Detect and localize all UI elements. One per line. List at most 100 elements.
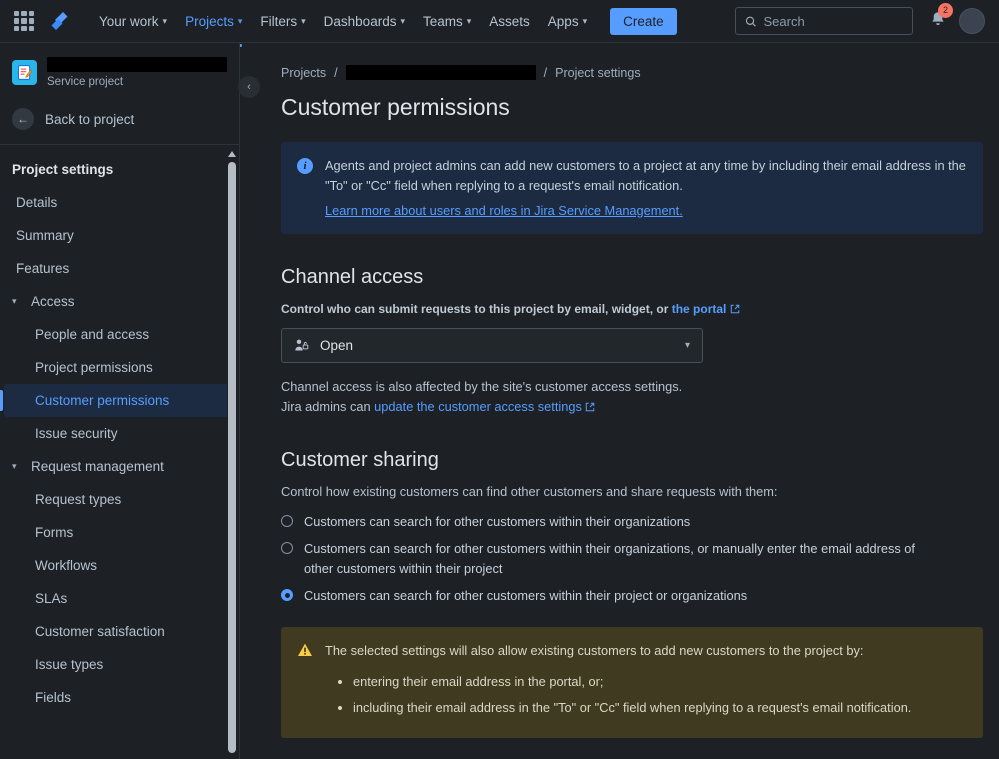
sidebar-item-workflows[interactable]: Workflows bbox=[4, 549, 235, 582]
channel-access-select[interactable]: Open ▾ bbox=[281, 328, 703, 364]
channel-access-description: Control who can submit requests to this … bbox=[281, 302, 999, 316]
external-link-icon bbox=[730, 305, 739, 314]
nav-item-your-work[interactable]: Your work ▾ bbox=[90, 8, 176, 35]
nav-item-dashboards[interactable]: Dashboards ▾ bbox=[315, 8, 414, 35]
breadcrumb-projects[interactable]: Projects bbox=[281, 66, 326, 80]
main-content: Projects / / Project settings Customer p… bbox=[241, 43, 999, 759]
sidebar-item-label: Features bbox=[16, 261, 70, 276]
info-banner: i Agents and project admins can add new … bbox=[281, 142, 983, 235]
info-banner-line1: Agents and project admins can add new cu… bbox=[325, 158, 966, 173]
scrollbar-thumb[interactable] bbox=[228, 162, 236, 753]
sidebar-item-issue-security[interactable]: Issue security bbox=[4, 417, 235, 450]
breadcrumb-project-redacted[interactable] bbox=[345, 65, 536, 80]
info-banner-text: Agents and project admins can add new cu… bbox=[325, 156, 967, 220]
the-portal-link[interactable]: the portal bbox=[672, 302, 727, 316]
nav-item-apps[interactable]: Apps ▾ bbox=[539, 8, 596, 35]
notification-badge: 2 bbox=[938, 2, 953, 18]
nav-item-teams[interactable]: Teams ▾ bbox=[414, 8, 480, 35]
channel-access-note: Channel access is also affected by the s… bbox=[281, 377, 999, 417]
sidebar-item-customer-satisfaction[interactable]: Customer satisfaction bbox=[4, 615, 235, 648]
radio-option-project-or-organizations[interactable]: Customers can search for other customers… bbox=[281, 586, 999, 605]
channel-access-heading: Channel access bbox=[281, 266, 424, 289]
external-link-icon bbox=[586, 403, 595, 412]
warning-bullet-item: entering their email address in the port… bbox=[353, 672, 911, 691]
sidebar-item-label: Fields bbox=[35, 690, 72, 705]
sidebar-item-label: Workflows bbox=[35, 558, 98, 573]
search-input[interactable] bbox=[763, 13, 903, 29]
info-banner-line2: "To" or "Cc" field when replying to a re… bbox=[325, 177, 683, 193]
sidebar-item-label: Issue security bbox=[35, 426, 118, 441]
scroll-up-arrow-icon[interactable] bbox=[228, 151, 236, 157]
sidebar-item-label: SLAs bbox=[35, 591, 68, 606]
breadcrumb-separator: / bbox=[543, 65, 548, 80]
nav-item-label: Your work bbox=[99, 13, 159, 29]
sidebar-item-summary[interactable]: Summary bbox=[4, 219, 235, 252]
sidebar-nav-list: Project settings Details Summary Feature… bbox=[0, 145, 239, 714]
radio-option-organizations[interactable]: Customers can search for other customers… bbox=[281, 512, 999, 531]
notifications-button[interactable]: 2 bbox=[929, 2, 953, 33]
jira-logo-icon[interactable] bbox=[46, 8, 72, 34]
radio-button[interactable] bbox=[281, 515, 293, 528]
nav-item-projects[interactable]: Projects ▾ bbox=[176, 8, 251, 47]
sidebar-item-label: Request types bbox=[35, 492, 122, 507]
sidebar-group-request-management[interactable]: ▾ Request management bbox=[4, 450, 235, 483]
radio-button-selected[interactable] bbox=[281, 588, 293, 601]
sidebar-item-request-types[interactable]: Request types bbox=[4, 483, 235, 516]
chevron-left-icon: ‹ bbox=[247, 81, 251, 93]
breadcrumb-project-settings[interactable]: Project settings bbox=[555, 66, 640, 80]
sidebar-item-forms[interactable]: Forms bbox=[4, 516, 235, 549]
channel-access-note-line2-prefix: Jira admins can bbox=[281, 399, 375, 415]
nav-item-assets[interactable]: Assets bbox=[480, 8, 539, 35]
chevron-down-icon: ▾ bbox=[12, 461, 17, 471]
warning-banner-intro: The selected settings will also allow ex… bbox=[325, 642, 864, 658]
sidebar-item-fields[interactable]: Fields bbox=[4, 681, 235, 714]
nav-item-filters[interactable]: Filters ▾ bbox=[251, 8, 314, 35]
sidebar-item-details[interactable]: Details bbox=[4, 186, 235, 219]
learn-more-link[interactable]: Learn more about users and roles in Jira… bbox=[325, 201, 683, 221]
customer-sharing-radio-group: Customers can search for other customers… bbox=[281, 512, 999, 605]
create-button[interactable]: Create bbox=[610, 7, 677, 35]
sidebar-item-label: People and access bbox=[35, 327, 150, 342]
apps-grid-icon[interactable] bbox=[14, 11, 34, 31]
back-to-project-label: Back to project bbox=[45, 111, 135, 127]
sidebar-item-label: Forms bbox=[35, 525, 74, 540]
chevron-down-icon: ▾ bbox=[684, 340, 690, 352]
sidebar-item-label: Project permissions bbox=[35, 360, 153, 375]
chevron-down-icon: ▾ bbox=[582, 15, 588, 26]
chevron-down-icon: ▾ bbox=[400, 15, 405, 26]
sidebar-item-customer-permissions[interactable]: Customer permissions bbox=[0, 384, 235, 417]
sidebar-scrollbar[interactable] bbox=[227, 148, 238, 759]
sidebar-item-people-and-access[interactable]: People and access bbox=[4, 318, 235, 351]
project-name-redacted bbox=[47, 57, 227, 72]
radio-option-organizations-or-email[interactable]: Customers can search for other customers… bbox=[281, 539, 999, 577]
customer-sharing-description: Control how existing customers can find … bbox=[281, 484, 778, 500]
nav-item-label: Assets bbox=[489, 13, 530, 29]
sidebar-item-issue-types[interactable]: Issue types bbox=[4, 648, 235, 681]
back-to-project-button[interactable]: ← Back to project bbox=[0, 98, 239, 142]
sidebar-item-label: Customer permissions bbox=[35, 393, 170, 408]
nav-item-label: Projects bbox=[185, 13, 234, 29]
info-icon: i bbox=[297, 158, 313, 174]
breadcrumb-separator: / bbox=[334, 65, 338, 80]
nav-item-label: Dashboards bbox=[323, 13, 397, 29]
update-customer-access-settings-link[interactable]: update the customer access settings bbox=[374, 399, 582, 414]
user-avatar[interactable] bbox=[959, 8, 985, 34]
sidebar-item-features[interactable]: Features bbox=[4, 252, 235, 285]
radio-option-label: Customers can search for other customers… bbox=[304, 587, 748, 603]
search-icon bbox=[745, 16, 756, 27]
warning-banner: The selected settings will also allow ex… bbox=[281, 626, 983, 739]
sidebar-group-access[interactable]: ▾ Access bbox=[4, 285, 235, 318]
sidebar-collapse-button[interactable]: ‹ bbox=[238, 76, 260, 98]
notepad-pencil-icon bbox=[12, 60, 37, 85]
warning-banner-text: The selected settings will also allow ex… bbox=[325, 641, 911, 725]
sidebar-item-label: Summary bbox=[16, 228, 74, 243]
sidebar-item-slas[interactable]: SLAs bbox=[4, 582, 235, 615]
radio-button[interactable] bbox=[281, 542, 293, 555]
sidebar-item-project-permissions[interactable]: Project permissions bbox=[4, 351, 235, 384]
warning-triangle-icon bbox=[297, 642, 313, 725]
search-box[interactable] bbox=[735, 7, 913, 35]
sidebar-item-label: Customer satisfaction bbox=[35, 624, 165, 639]
chevron-down-icon: ▾ bbox=[466, 15, 472, 26]
page-title: Customer permissions bbox=[281, 94, 510, 120]
project-header[interactable]: Service project bbox=[0, 43, 239, 98]
